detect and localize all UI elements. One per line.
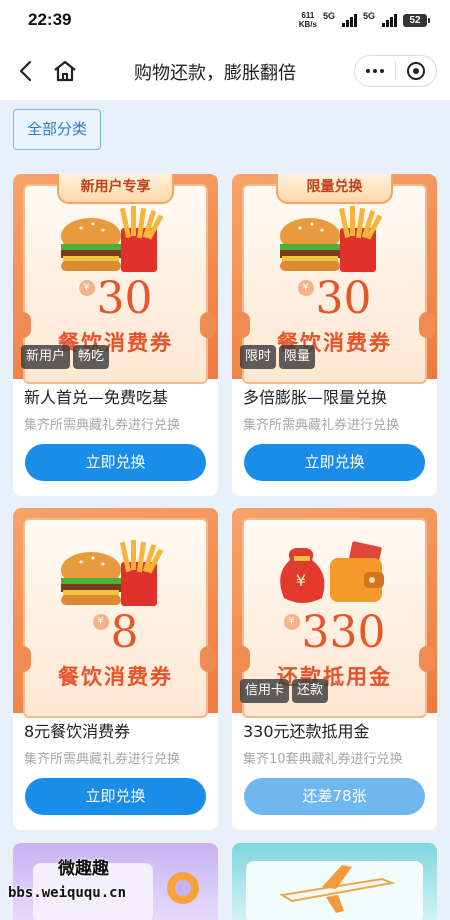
watermark: 微趣趣 bbs.weiququ.cn xyxy=(8,854,168,901)
title-bar: 购物还款，膨胀翻倍 xyxy=(0,40,450,100)
coupon-image: ¥ ¥330 还款抵用金 信用卡 还款 xyxy=(232,508,437,718)
status-icons: 611 KB/s 5G 5G 52 xyxy=(299,11,430,29)
chevron-left-icon xyxy=(19,60,32,82)
redeem-button[interactable]: 立即兑换 xyxy=(244,444,425,481)
burger-fries-icon xyxy=(280,206,383,272)
reward-card[interactable]: 新用户专享 ¥30 餐饮消费券 新用户 畅吃 新人首兑—免费吃基 集齐所需典藏礼… xyxy=(13,174,218,496)
net-speed: 611 KB/s xyxy=(299,11,317,29)
battery-icon: 52 xyxy=(403,13,430,27)
sim1-label: 5G xyxy=(322,11,335,21)
coupon-price-value: 30 xyxy=(315,273,372,324)
coupon-image: ¥8 餐饮消费券 xyxy=(13,508,218,718)
coupon-price: ¥330 xyxy=(232,608,437,658)
burger-fries-icon xyxy=(61,540,164,606)
watermark-line2: bbs.weiququ.cn xyxy=(8,885,127,901)
home-button[interactable] xyxy=(52,58,78,84)
redeem-button[interactable]: 立即兑换 xyxy=(25,444,206,481)
coupon-image: 新用户专享 ¥30 餐饮消费券 新用户 畅吃 xyxy=(13,174,218,384)
status-time: 22:39 xyxy=(28,10,72,29)
coupon-price-value: 330 xyxy=(301,607,386,658)
net-speed-unit: KB/s xyxy=(298,20,317,29)
status-bar: 22:39 611 KB/s 5G 5G 52 xyxy=(0,0,450,40)
yen-icon: ¥ xyxy=(297,280,314,296)
card-subtitle: 集齐所需典藏礼券进行兑换 xyxy=(243,418,400,433)
page-title: 购物还款，膨胀翻倍 xyxy=(134,63,296,84)
card-subtitle: 集齐所需典藏礼券进行兑换 xyxy=(24,752,181,767)
card-title: 多倍膨胀—限量兑换 xyxy=(243,388,388,407)
coupon-price-value: 8 xyxy=(110,607,139,658)
all-categories-button[interactable]: 全部分类 xyxy=(13,109,101,150)
tag: 限量 xyxy=(279,345,316,369)
coupon-ribbon: 新用户专享 xyxy=(57,174,174,204)
battery-level: 52 xyxy=(403,13,427,27)
card-title: 330元还款抵用金 xyxy=(243,722,370,741)
card-title: 8元餐饮消费券 xyxy=(24,722,131,741)
tag: 还款 xyxy=(292,679,329,703)
home-icon xyxy=(54,60,76,82)
reward-card-partial[interactable] xyxy=(232,843,437,920)
reward-card[interactable]: ¥ ¥330 还款抵用金 信用卡 还款 330元还款抵用金 集齐10套典藏礼券进… xyxy=(232,508,437,830)
tag: 畅吃 xyxy=(73,345,110,369)
tag-list: 信用卡 还款 xyxy=(240,679,329,703)
tag: 信用卡 xyxy=(240,679,290,703)
tag: 限时 xyxy=(240,345,277,369)
more-options-button[interactable] xyxy=(355,56,395,86)
coupon-ribbon: 限量兑换 xyxy=(276,174,393,204)
coupon-price: ¥8 xyxy=(13,608,218,658)
back-button[interactable] xyxy=(14,58,40,84)
close-mini-program-button[interactable] xyxy=(396,56,436,86)
card-subtitle: 集齐10套典藏礼券进行兑换 xyxy=(243,752,403,767)
signal-icon xyxy=(382,13,397,27)
remaining-count-button[interactable]: 还差78张 xyxy=(244,778,425,815)
target-close-icon xyxy=(407,62,425,80)
coupon-price-value: 30 xyxy=(96,273,153,324)
coupon-price: ¥30 xyxy=(232,274,437,324)
card-title: 新人首兑—免费吃基 xyxy=(24,388,169,407)
signal-icon xyxy=(341,13,357,27)
coupon-name: 餐饮消费券 xyxy=(58,665,173,689)
reward-card[interactable]: ¥8 餐饮消费券 8元餐饮消费券 集齐所需典藏礼券进行兑换 立即兑换 xyxy=(13,508,218,830)
watermark-line1: 微趣趣 xyxy=(58,859,109,879)
coupon-price: ¥30 xyxy=(13,274,218,324)
yen-icon: ¥ xyxy=(92,614,109,630)
card-subtitle: 集齐所需典藏礼券进行兑换 xyxy=(24,418,181,433)
svg-text:¥: ¥ xyxy=(296,571,306,590)
sim2-label: 5G xyxy=(362,11,375,21)
yen-icon: ¥ xyxy=(78,280,95,296)
tag-list: 新用户 畅吃 xyxy=(21,345,110,369)
burger-fries-icon xyxy=(61,206,164,272)
airplane-icon xyxy=(246,861,423,920)
net-speed-value: 611 xyxy=(301,11,315,20)
tag: 新用户 xyxy=(21,345,71,369)
redeem-button[interactable]: 立即兑换 xyxy=(25,778,206,815)
money-bag-wallet-icon: ¥ xyxy=(280,541,384,603)
tag-list: 限时 限量 xyxy=(240,345,316,369)
yen-icon: ¥ xyxy=(283,614,300,630)
mini-program-capsule xyxy=(354,55,437,87)
reward-card[interactable]: 限量兑换 ¥30 餐饮消费券 限时 限量 多倍膨胀—限量兑换 集齐所需典藏礼券进… xyxy=(232,174,437,496)
coupon-image: 限量兑换 ¥30 餐饮消费券 限时 限量 xyxy=(232,174,437,384)
